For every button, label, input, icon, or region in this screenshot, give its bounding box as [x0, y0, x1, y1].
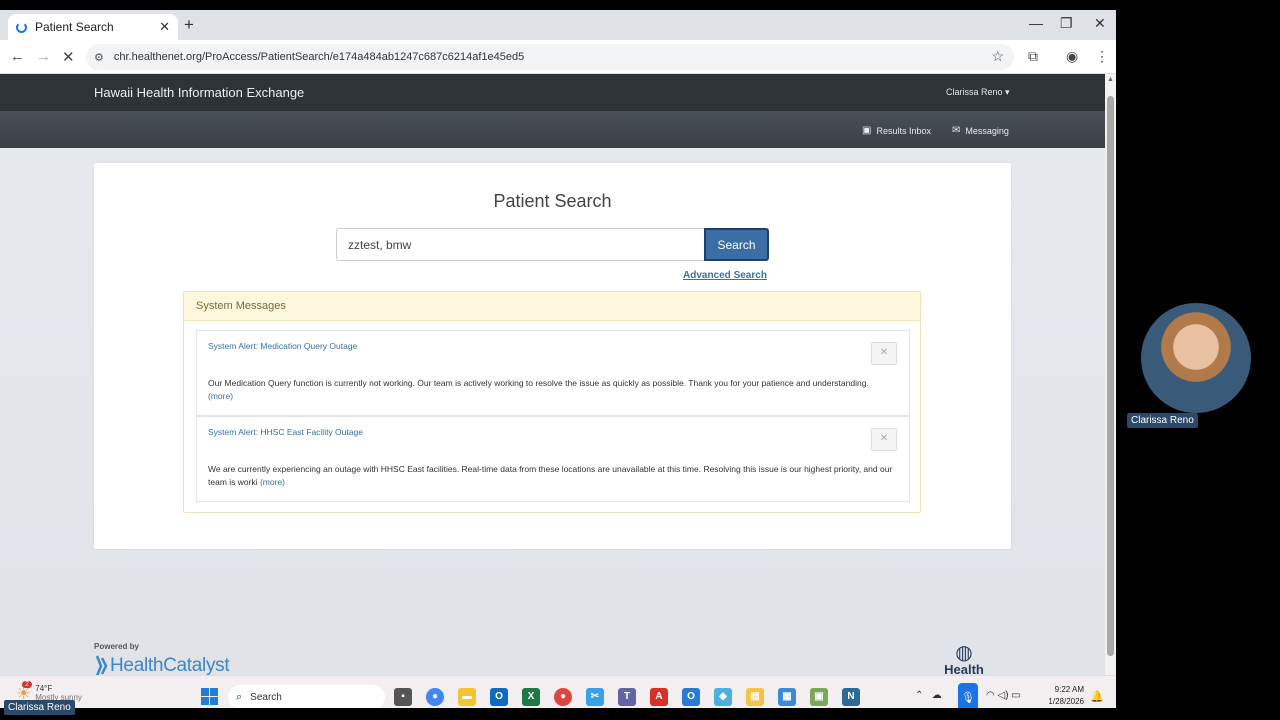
search-button[interactable]: Search	[704, 228, 769, 261]
scrollbar-thumb[interactable]	[1107, 96, 1114, 656]
stop-loading-icon[interactable]: ✕	[62, 48, 75, 66]
menu-kebab-icon[interactable]: ⋮	[1095, 48, 1109, 65]
patient-search-input[interactable]	[336, 228, 705, 261]
tab-close-icon[interactable]: ✕	[159, 19, 170, 35]
system-alert: System Alert: Medication Query Outage ✕ …	[196, 330, 910, 416]
system-messages-panel: System Messages System Alert: Medication…	[183, 291, 921, 513]
windows-taskbar: ☀ 2 74°F Mostly sunny ⌕ Search ▪ ● ▬ O X ●…	[0, 675, 1116, 708]
results-inbox-link[interactable]: ▣ Results Inbox	[862, 125, 931, 136]
top-navbar: Hawaii Health Information Exchange Clari…	[0, 74, 1105, 111]
network-volume-icons[interactable]: ◠ ◁) ▭	[986, 690, 1021, 701]
profile-icon[interactable]: ◉	[1066, 48, 1078, 65]
notification-badge: 2	[22, 681, 32, 688]
page-title: Patient Search	[493, 191, 612, 211]
powered-by-label: Powered by	[94, 642, 139, 651]
url-text: chr.healthenet.org/ProAccess/PatientSear…	[113, 51, 525, 63]
dismiss-alert-icon[interactable]: ✕	[871, 342, 897, 365]
more-link[interactable]: (more)	[208, 391, 233, 401]
windows-start-icon[interactable]	[201, 688, 218, 705]
outlook-new-icon[interactable]: O	[682, 688, 700, 706]
notification-bell-icon[interactable]: 🔔	[1090, 690, 1104, 703]
copilot-icon[interactable]: ◆	[714, 688, 732, 706]
acrobat-icon[interactable]: A	[650, 688, 668, 706]
participant-video-avatar	[1141, 303, 1251, 413]
task-view-icon[interactable]: ▪	[394, 688, 412, 706]
calendar-icon[interactable]: ▦	[778, 688, 796, 706]
app-icon[interactable]: ●	[554, 688, 572, 706]
nx-app-icon[interactable]: N	[842, 688, 860, 706]
self-name-label: Clarissa Reno	[4, 700, 75, 715]
microphone-icon[interactable]: 🎙	[958, 683, 978, 708]
forward-icon[interactable]: →	[36, 48, 51, 65]
browser-tab-strip: Patient Search ✕ + — ❐ ✕	[0, 10, 1116, 40]
minimize-icon[interactable]: —	[1029, 15, 1043, 31]
system-messages-heading: System Messages	[184, 292, 920, 321]
envelope-icon: ✉	[952, 125, 961, 136]
chrome-icon[interactable]: ●	[426, 688, 444, 706]
dismiss-alert-icon[interactable]: ✕	[871, 428, 897, 451]
system-clock[interactable]: 9:22 AM 1/28/2026	[1038, 684, 1084, 708]
extensions-icon[interactable]: ⧉	[1028, 48, 1038, 65]
caret-down-icon: ▾	[1005, 87, 1010, 97]
alert-title[interactable]: System Alert: Medication Query Outage	[208, 341, 357, 351]
page-scrollbar[interactable]: ▲ ▼	[1105, 74, 1116, 708]
user-menu[interactable]: Clarissa Reno ▾	[946, 87, 1010, 98]
system-alert: System Alert: HHSC East Facility Outage …	[196, 416, 910, 502]
address-bar[interactable]: ⚙ chr.healthenet.org/ProAccess/PatientSe…	[86, 44, 1014, 70]
temperature: 74°F	[35, 684, 53, 693]
patient-search-card: Patient Search Search Advanced Search Sy…	[94, 163, 1011, 549]
file-explorer-icon[interactable]: ▬	[458, 688, 476, 706]
page-viewport: Hawaii Health Information Exchange Clari…	[0, 74, 1105, 708]
more-link[interactable]: (more)	[260, 477, 285, 487]
browser-toolbar: ← → ✕ ⚙ chr.healthenet.org/ProAccess/Pat…	[0, 40, 1116, 74]
new-tab-icon[interactable]: +	[184, 15, 194, 35]
advanced-search-link[interactable]: Advanced Search	[683, 270, 767, 281]
tab-title: Patient Search	[35, 20, 114, 34]
bookmark-star-icon[interactable]: ☆	[991, 48, 1004, 65]
participant-name-label: Clarissa Reno	[1127, 413, 1198, 428]
sub-navbar: ▣ Results Inbox ✉ Messaging	[0, 111, 1105, 148]
system-tray[interactable]: ⌃ ☁	[915, 690, 942, 701]
restore-icon[interactable]: ❐	[1060, 15, 1073, 32]
alert-body: We are currently experiencing an outage …	[208, 464, 893, 487]
alert-title[interactable]: System Alert: HHSC East Facility Outage	[208, 427, 363, 437]
site-info-icon[interactable]: ⚙	[94, 51, 104, 64]
inbox-icon: ▣	[862, 125, 872, 136]
browser-tab[interactable]: Patient Search ✕	[8, 14, 178, 40]
alert-body: Our Medication Query function is current…	[208, 378, 869, 401]
taskbar-search[interactable]: ⌕ Search	[228, 685, 385, 708]
outlook-icon[interactable]: O	[490, 688, 508, 706]
messaging-link[interactable]: ✉ Messaging	[952, 125, 1009, 136]
search-icon: ⌕	[236, 690, 243, 703]
loading-spinner-icon	[16, 21, 27, 33]
healthnet-logo: ◍ Health	[940, 640, 988, 677]
sticky-notes-icon[interactable]: ▤	[746, 688, 764, 706]
window-close-icon[interactable]: ✕	[1094, 15, 1106, 32]
snipping-tool-icon[interactable]: ✂	[586, 688, 604, 706]
scroll-up-icon[interactable]: ▲	[1107, 76, 1114, 83]
brand-title[interactable]: Hawaii Health Information Exchange	[94, 85, 304, 100]
back-icon[interactable]: ←	[10, 48, 25, 65]
excel-icon[interactable]: X	[522, 688, 540, 706]
screen: Patient Search ✕ + — ❐ ✕ ← → ✕ ⚙ chr.hea…	[0, 10, 1116, 708]
app-icon[interactable]: ▣	[810, 688, 828, 706]
teams-icon[interactable]: T	[618, 688, 636, 706]
